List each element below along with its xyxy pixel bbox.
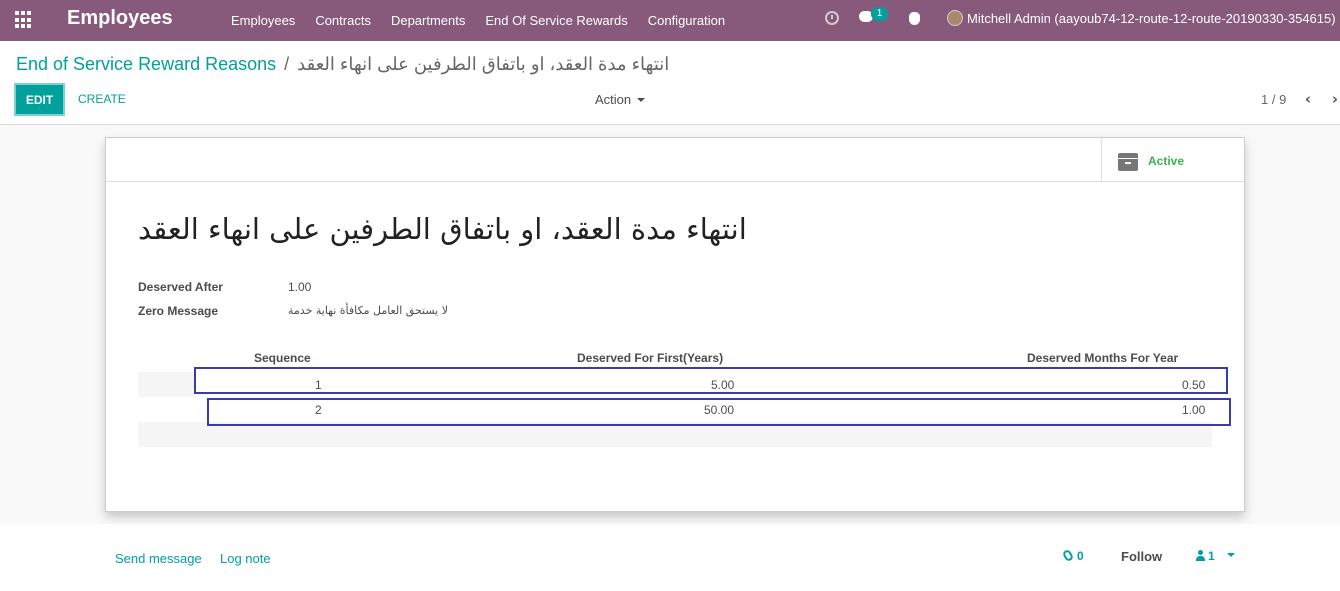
app-switcher-icon[interactable]: [15, 11, 35, 29]
deserved-after-value: 1.00: [288, 280, 312, 294]
app-brand[interactable]: Employees: [67, 7, 173, 30]
chevron-right-icon[interactable]: ›: [1328, 92, 1340, 107]
chevron-left-icon[interactable]: ‹: [1301, 92, 1315, 107]
user-icon[interactable]: [1196, 550, 1205, 561]
caret-down-icon: [637, 97, 646, 102]
action-dropdown[interactable]: Action: [595, 92, 646, 107]
zero-message-value: لا يستحق العامل مكافأة نهاية خدمة: [288, 304, 449, 317]
zero-message-label: Zero Message: [138, 304, 219, 318]
avatar[interactable]: [947, 10, 963, 26]
pager-value[interactable]: 1 / 9: [1261, 92, 1286, 107]
button-box: Active: [106, 138, 1244, 182]
menu-item-end-of-service-rewards[interactable]: End Of Service Rewards: [485, 13, 627, 28]
menu-item-contracts[interactable]: Contracts: [315, 13, 371, 28]
breadcrumb-current: انتهاء مدة العقد، او باتفاق الطرفين على …: [297, 54, 670, 74]
record-title: انتهاء مدة العقد، او باتفاق الطرفين على …: [138, 212, 747, 246]
breadcrumb-separator: /: [284, 54, 290, 74]
menu-item-configuration[interactable]: Configuration: [648, 13, 725, 28]
send-message-button[interactable]: Send message: [115, 551, 202, 566]
breadcrumb-parent[interactable]: End of Service Reward Reasons: [16, 54, 276, 75]
activity-clock-icon[interactable]: [825, 11, 839, 25]
column-header-deserved-months[interactable]: Deserved Months For Year: [1027, 351, 1178, 365]
active-label: Active: [1148, 154, 1185, 168]
log-note-button[interactable]: Log note: [220, 551, 271, 566]
top-navbar: Employees Employees Contracts Department…: [0, 0, 1340, 41]
followers-count[interactable]: 1: [1208, 549, 1215, 563]
create-button[interactable]: CREATE: [78, 92, 126, 106]
form-sheet: Active انتهاء مدة العقد، او باتفاق الطرف…: [105, 137, 1245, 512]
table-row-stripe: [138, 372, 196, 397]
deserved-after-label: Deserved After: [138, 280, 223, 294]
column-header-sequence[interactable]: Sequence: [254, 351, 311, 365]
column-header-deserved-first[interactable]: Deserved For First(Years): [577, 351, 723, 365]
archive-icon: [1118, 153, 1138, 171]
follow-button[interactable]: Follow: [1121, 549, 1162, 564]
table-row[interactable]: [207, 398, 1231, 426]
paperclip-icon[interactable]: [1061, 548, 1075, 563]
attachment-count[interactable]: 0: [1077, 549, 1084, 563]
debug-bug-icon[interactable]: [909, 12, 920, 25]
caret-down-icon[interactable]: [1227, 553, 1235, 557]
main-menu: Employees Contracts Departments End Of S…: [231, 0, 745, 41]
user-menu[interactable]: Mitchell Admin (aayoub74-12-route-12-rou…: [967, 11, 1336, 26]
table-row[interactable]: [194, 367, 1228, 394]
chat-badge: 1: [871, 7, 888, 21]
edit-button[interactable]: EDIT: [14, 83, 65, 116]
menu-item-departments[interactable]: Departments: [391, 13, 465, 28]
breadcrumb: End of Service Reward Reasons / انتهاء م…: [16, 54, 669, 75]
active-toggle-button[interactable]: Active: [1101, 138, 1244, 182]
menu-item-employees[interactable]: Employees: [231, 13, 295, 28]
action-dropdown-label: Action: [595, 92, 632, 107]
